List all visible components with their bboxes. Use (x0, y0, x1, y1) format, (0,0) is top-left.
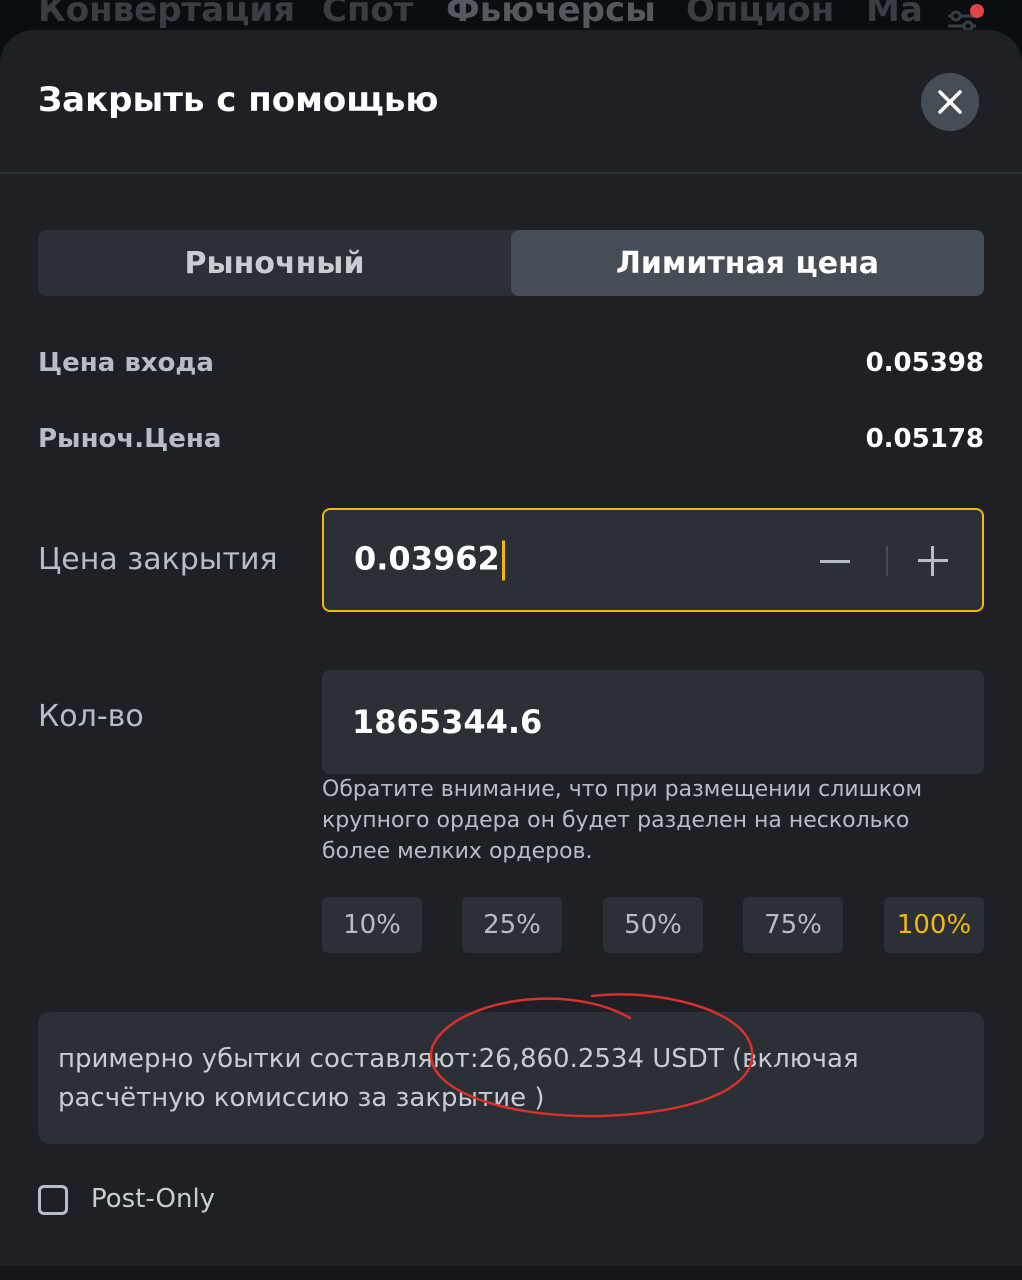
estimated-loss-box: примерно убытки составляют:26,860.2534 U… (38, 1012, 984, 1144)
estimated-loss-text: примерно убытки составляют:26,860.2534 U… (58, 1044, 859, 1113)
text-caret (501, 540, 505, 581)
percent-75-button[interactable]: 75% (743, 897, 843, 953)
percent-100-button[interactable]: 100% (884, 897, 984, 953)
entry-price-value: 0.05398 (865, 348, 984, 378)
decrement-button[interactable] (820, 560, 850, 563)
quantity-input[interactable]: 1865344.6 (322, 670, 984, 774)
nav-item-options[interactable]: Опцион (686, 0, 834, 30)
nav-item-more[interactable]: Ма (866, 0, 923, 30)
close-button[interactable] (921, 73, 979, 131)
header-divider (0, 172, 1022, 174)
bottom-edge (0, 1266, 1022, 1280)
quantity-value: 1865344.6 (352, 703, 543, 741)
stepper-divider (886, 546, 888, 576)
percent-10-button[interactable]: 10% (322, 897, 422, 953)
tab-limit-price[interactable]: Лимитная цена (511, 230, 984, 296)
close-price-value: 0.03962 (354, 539, 500, 578)
close-icon (938, 90, 962, 114)
market-price-label: Рыноч.Цена (38, 424, 222, 454)
percent-25-button[interactable]: 25% (462, 897, 562, 953)
close-price-value-wrap: 0.03962 (354, 540, 505, 581)
quantity-label: Кол-во (38, 699, 144, 734)
close-price-label: Цена закрытия (38, 542, 278, 577)
post-only-checkbox[interactable] (38, 1185, 68, 1215)
percent-50-button[interactable]: 50% (603, 897, 703, 953)
sheet-title: Закрыть с помощью (38, 80, 439, 120)
order-type-switch: Рыночный Лимитная цена (38, 230, 984, 296)
nav-item-spot[interactable]: Спот (322, 0, 414, 30)
large-order-notice: Обратите внимание, что при размещении сл… (322, 777, 923, 864)
nav-item-conversion[interactable]: Конвертация (38, 0, 295, 30)
tab-market[interactable]: Рыночный (38, 230, 511, 296)
market-price-value: 0.05178 (865, 424, 984, 454)
notification-dot (970, 4, 984, 18)
entry-price-label: Цена входа (38, 348, 214, 378)
nav-item-futures[interactable]: Фьючерсы (446, 0, 656, 30)
increment-button[interactable] (918, 546, 948, 576)
close-position-sheet: Закрыть с помощью Рыночный Лимитная цена… (0, 30, 1022, 1280)
close-price-input[interactable]: 0.03962 (322, 508, 984, 612)
post-only-label[interactable]: Post-Only (91, 1184, 215, 1214)
